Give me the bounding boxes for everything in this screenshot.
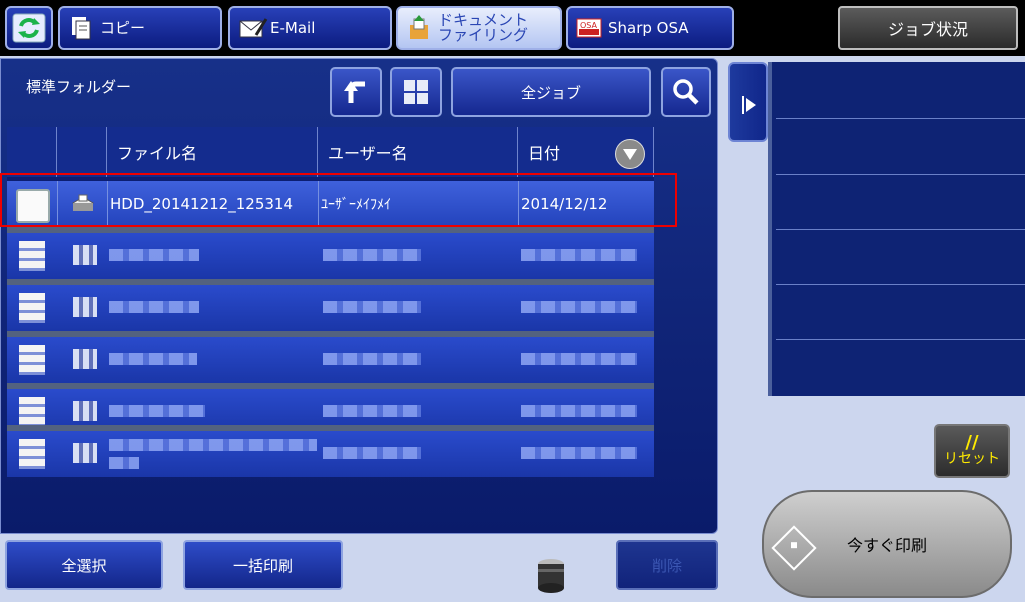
header-label: ユーザー名 xyxy=(328,144,408,163)
tab-label: コピー xyxy=(100,18,146,37)
row-checkbox[interactable] xyxy=(19,397,45,427)
hdd-icon xyxy=(538,559,564,593)
thumbnail-view-button[interactable] xyxy=(390,67,442,117)
print-now-label: 今すぐ印刷 xyxy=(846,536,927,555)
table-row[interactable] xyxy=(7,285,654,331)
panel-divider xyxy=(776,339,1025,340)
reset-symbol: // xyxy=(965,432,979,453)
row-checkbox[interactable] xyxy=(19,241,45,271)
blurred-text xyxy=(323,447,421,459)
start-icon xyxy=(771,525,817,571)
header-label: 日付 xyxy=(528,144,561,163)
panel-divider xyxy=(776,118,1025,119)
blurred-text xyxy=(109,353,197,365)
blurred-text xyxy=(109,405,205,417)
file-icon xyxy=(73,349,97,369)
blurred-text xyxy=(109,249,199,261)
print-now-button[interactable]: 今すぐ印刷 xyxy=(762,490,1012,598)
blurred-text xyxy=(521,447,637,459)
play-icon xyxy=(746,98,756,112)
search-button[interactable] xyxy=(661,67,711,117)
blurred-text xyxy=(109,457,139,469)
document-filing-icon xyxy=(406,15,432,41)
header-file-name[interactable]: ファイル名 xyxy=(107,127,318,177)
blurred-text xyxy=(109,439,317,451)
all-jobs-button[interactable]: 全ジョブ xyxy=(451,67,651,117)
all-jobs-label: 全ジョブ xyxy=(520,83,581,102)
file-icon xyxy=(73,401,97,421)
table-row[interactable] xyxy=(7,431,654,477)
preview-panel-toggle[interactable] xyxy=(728,62,768,142)
tab-sharp-osa[interactable]: OSA Sharp OSA xyxy=(566,6,734,50)
blurred-text xyxy=(521,353,637,365)
folder-title: 標準フォルダー xyxy=(26,78,132,96)
tab-label: E-Mail xyxy=(270,18,316,37)
header-checkbox-column xyxy=(7,127,57,177)
file-icon xyxy=(73,297,97,317)
tab-document-filing[interactable]: ドキュメント ファイリング xyxy=(396,6,562,50)
tab-copy[interactable]: コピー xyxy=(58,6,222,50)
up-folder-button[interactable] xyxy=(330,67,382,117)
copy-icon xyxy=(68,15,94,41)
job-status-button[interactable]: ジョブ状況 xyxy=(838,6,1018,50)
up-arrow-icon xyxy=(344,81,365,103)
home-button[interactable] xyxy=(5,6,53,50)
blurred-text xyxy=(323,301,421,313)
grid-icon xyxy=(404,80,428,104)
header-date[interactable]: 日付 xyxy=(518,127,654,177)
svg-text:OSA: OSA xyxy=(580,21,598,30)
panel-divider xyxy=(776,174,1025,175)
osa-icon: OSA xyxy=(576,15,602,41)
tab-label: ドキュメント ファイリング xyxy=(438,11,529,44)
tab-email[interactable]: E-Mail xyxy=(228,6,392,50)
sort-descending-icon[interactable] xyxy=(615,139,645,169)
file-icon xyxy=(73,443,97,463)
expand-icon xyxy=(742,96,744,114)
blurred-text xyxy=(323,249,421,261)
table-row[interactable] xyxy=(7,337,654,383)
reset-button[interactable]: // リセット xyxy=(934,424,1010,478)
header-label: ファイル名 xyxy=(117,144,198,163)
panel-divider xyxy=(776,229,1025,230)
email-icon xyxy=(238,15,268,41)
header-user-name[interactable]: ユーザー名 xyxy=(318,127,518,177)
blurred-text xyxy=(521,301,637,313)
search-icon xyxy=(673,79,699,105)
blurred-text xyxy=(521,405,637,417)
blurred-text xyxy=(323,353,421,365)
row-checkbox[interactable] xyxy=(19,345,45,375)
file-icon xyxy=(73,245,97,265)
batch-print-button[interactable]: 一括印刷 xyxy=(183,540,343,590)
selection-highlight xyxy=(0,173,677,227)
row-checkbox[interactable] xyxy=(19,293,45,323)
tab-label: Sharp OSA xyxy=(608,18,689,37)
header-icon-column xyxy=(57,127,107,177)
preview-panel xyxy=(768,62,1025,396)
refresh-icon xyxy=(12,13,46,43)
table-row[interactable] xyxy=(7,233,654,279)
reset-label: リセット xyxy=(944,451,1000,467)
blurred-text xyxy=(109,301,199,313)
panel-divider xyxy=(776,284,1025,285)
select-all-button[interactable]: 全選択 xyxy=(5,540,163,590)
blurred-text xyxy=(323,405,421,417)
row-checkbox[interactable] xyxy=(19,439,45,469)
delete-button[interactable]: 削除 xyxy=(616,540,718,590)
blurred-text xyxy=(521,249,637,261)
